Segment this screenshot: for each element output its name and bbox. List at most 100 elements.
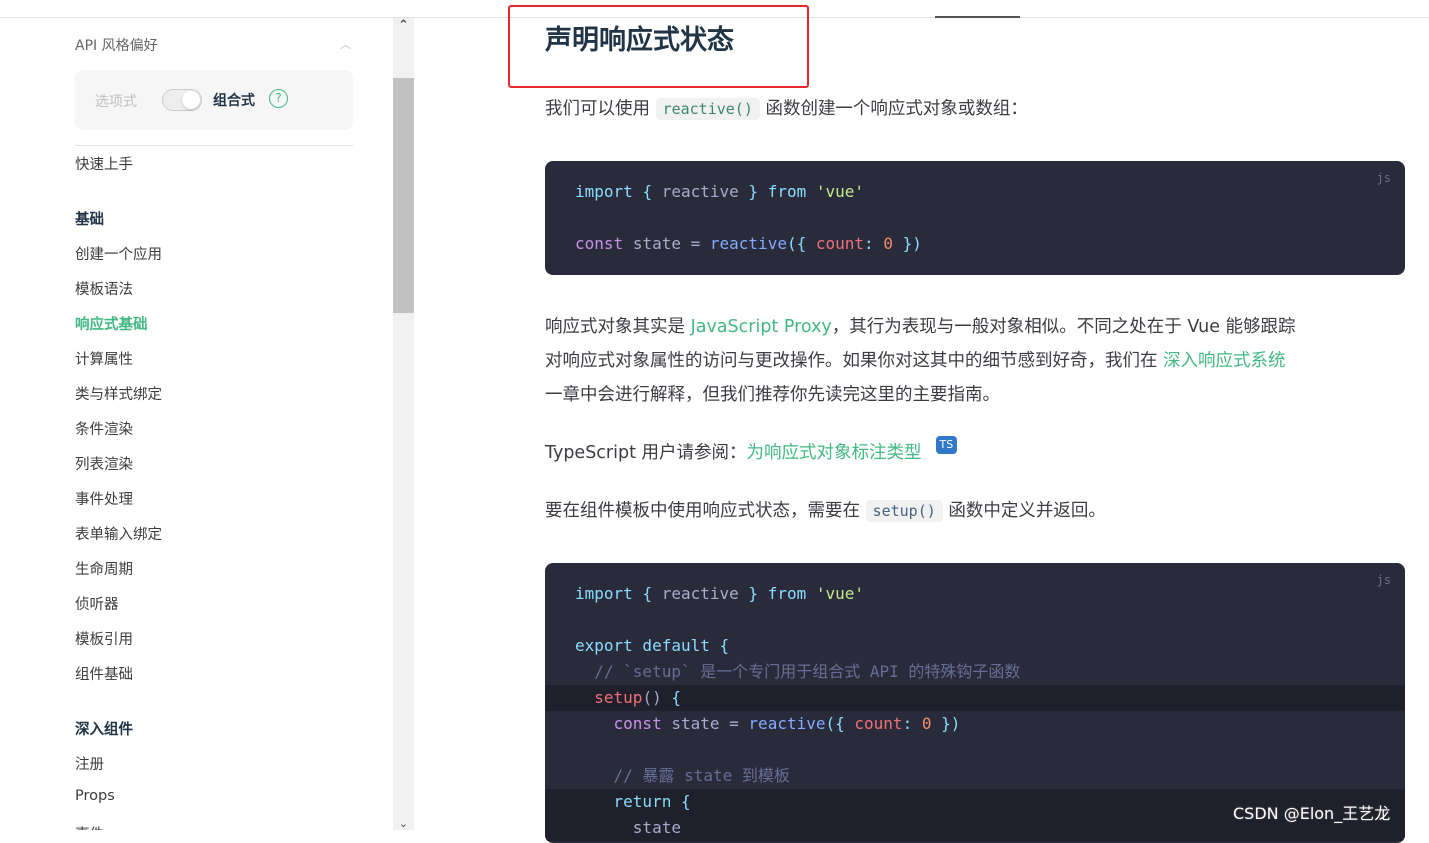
paragraph: 响应式对象其实是 JavaScript Proxy，其行为表现与一般对象相似。不…: [545, 310, 1296, 344]
sidebar-item[interactable]: 组件基础: [75, 663, 133, 684]
sidebar-item[interactable]: 创建一个应用: [75, 243, 162, 264]
code-token: 要在组件模板中使用响应式状态，需要在: [545, 501, 866, 521]
code-token: count: [815, 234, 865, 253]
api-switch-panel: 选项式 组合式 ?: [75, 70, 353, 130]
code-lang-label: js: [1376, 171, 1391, 185]
code-token: (): [642, 688, 662, 707]
code-lang-label: js: [1376, 573, 1391, 587]
divider: [75, 145, 353, 146]
code-token: const: [613, 714, 662, 733]
help-icon[interactable]: ?: [269, 89, 288, 108]
code-token: 函数中定义并返回。: [942, 501, 1106, 521]
paragraph: 要在组件模板中使用响应式状态，需要在 setup() 函数中定义并返回。: [545, 494, 1106, 528]
code-token: import: [575, 182, 633, 201]
scroll-up-icon[interactable]: ⌃: [393, 18, 414, 33]
text: 函数创建一个响应式对象或数组：: [759, 99, 1028, 119]
composition-api-label[interactable]: 组合式: [213, 90, 255, 110]
code-token: ({: [825, 714, 845, 733]
code-token: setup: [594, 688, 643, 707]
code-token: reactive: [709, 234, 787, 253]
sidebar-item[interactable]: 事件: [75, 823, 104, 830]
sidebar-item[interactable]: Props: [75, 788, 115, 804]
sidebar-item[interactable]: 响应式基础: [75, 313, 148, 334]
code-token: 0: [883, 234, 893, 253]
text: 我们可以使用: [545, 99, 656, 119]
code-line: setup() {: [545, 685, 1405, 711]
sidebar-item[interactable]: 类与样式绑定: [75, 383, 162, 404]
toggle-knob: [182, 91, 200, 109]
code-token: 'vue': [815, 584, 865, 603]
sidebar-item[interactable]: 表单输入绑定: [75, 523, 162, 544]
code-line: const state = reactive({ count: 0 }): [545, 711, 1405, 737]
inline-code: setup(): [865, 500, 943, 522]
paragraph: TypeScript 用户请参阅：为响应式对象标注类型 TS: [545, 436, 958, 470]
code-token: ({: [786, 234, 807, 253]
code-token: // 暴露 state 到模板: [613, 766, 790, 785]
code-token: state: [632, 818, 681, 837]
scroll-down-icon[interactable]: ⌄: [393, 817, 414, 830]
typing-reactive-link[interactable]: 为响应式对象标注类型: [747, 443, 922, 463]
code-token: reactive: [661, 182, 739, 201]
code-token: export default: [575, 636, 710, 655]
code-token: import: [575, 584, 633, 603]
options-api-label[interactable]: 选项式: [95, 91, 137, 111]
chevron-up-icon[interactable]: ︿: [340, 36, 351, 52]
paragraph-line: 对响应式对象属性的访问与更改操作。如果你对这其中的细节感到好奇，我们在 深入响应…: [545, 344, 1286, 378]
code-token: }): [902, 234, 922, 253]
sidebar-section-heading: 基础: [75, 212, 104, 228]
sidebar-item[interactable]: 模板语法: [75, 278, 133, 299]
inline-code: reactive(): [655, 98, 760, 120]
code-token: 'vue': [815, 182, 865, 201]
sidebar-item[interactable]: 计算属性: [75, 348, 133, 369]
reactivity-in-depth-link[interactable]: 深入响应式系统: [1163, 351, 1286, 371]
sidebar-scrollbar[interactable]: ⌃ ⌄: [393, 18, 414, 830]
code-line: import { reactive } from 'vue': [545, 179, 1405, 205]
sidebar-item[interactable]: 快速上手: [75, 153, 133, 174]
code-token: reactive: [661, 584, 739, 603]
code-token: ，其行为表现与一般对象相似。不同之处在于 Vue 能够跟踪: [831, 317, 1296, 337]
highlight-annotation-box: [508, 5, 809, 88]
code-token: from: [767, 182, 807, 201]
code-token: 一章中会进行解释，但我们推荐你先读完这里的主要指南。: [545, 385, 1000, 405]
code-token: {: [671, 688, 681, 707]
sidebar-item[interactable]: 事件处理: [75, 488, 133, 509]
code-line: // `setup` 是一个专门用于组合式 API 的特殊钩子函数: [545, 659, 1405, 685]
code-token: {: [642, 182, 653, 201]
code-token: count: [854, 714, 903, 733]
code-token: {: [680, 792, 691, 811]
code-token: from: [767, 584, 807, 603]
code-token: reactive: [748, 714, 826, 733]
ts-badge: TS: [935, 436, 958, 454]
scrollbar-thumb[interactable]: [393, 78, 414, 313]
code-token: state =: [671, 714, 739, 733]
api-toggle[interactable]: [162, 89, 202, 111]
code-token: // `setup` 是一个专门用于组合式 API 的特殊钩子函数: [594, 662, 1021, 681]
proxy-link[interactable]: JavaScript Proxy: [691, 317, 832, 337]
code-token: TypeScript 用户请参阅：: [545, 443, 747, 463]
code-token: }: [748, 182, 759, 201]
code-token: 0: [921, 714, 932, 733]
code-token: const: [575, 234, 624, 253]
sidebar-item[interactable]: 侦听器: [75, 593, 119, 614]
paragraph-line: 一章中会进行解释，但我们推荐你先读完这里的主要指南。: [545, 378, 1000, 412]
code-token: return: [613, 792, 672, 811]
watermark: CSDN @Elon_王艺龙: [1233, 804, 1391, 823]
sidebar-item[interactable]: 注册: [75, 753, 104, 774]
code-token: }): [941, 714, 961, 733]
sidebar-item[interactable]: 生命周期: [75, 558, 133, 579]
sidebar-item[interactable]: 模板引用: [75, 628, 133, 649]
code-token: {: [719, 636, 730, 655]
sidebar-item[interactable]: 列表渲染: [75, 453, 133, 474]
code-line: import { reactive } from 'vue': [545, 581, 1405, 607]
sidebar-item[interactable]: 条件渲染: [75, 418, 133, 439]
code-token: 响应式对象其实是: [545, 317, 691, 337]
code-line: // 暴露 state 到模板: [545, 763, 1405, 789]
code-line: const state = reactive({ count: 0 }): [545, 231, 1405, 257]
code-token: :: [864, 234, 874, 253]
code-block: js import { reactive } from 'vue' const …: [545, 161, 1405, 275]
paragraph: 我们可以使用 reactive() 函数创建一个响应式对象或数组：: [545, 92, 1028, 126]
api-preference-title: API 风格偏好: [75, 38, 158, 54]
